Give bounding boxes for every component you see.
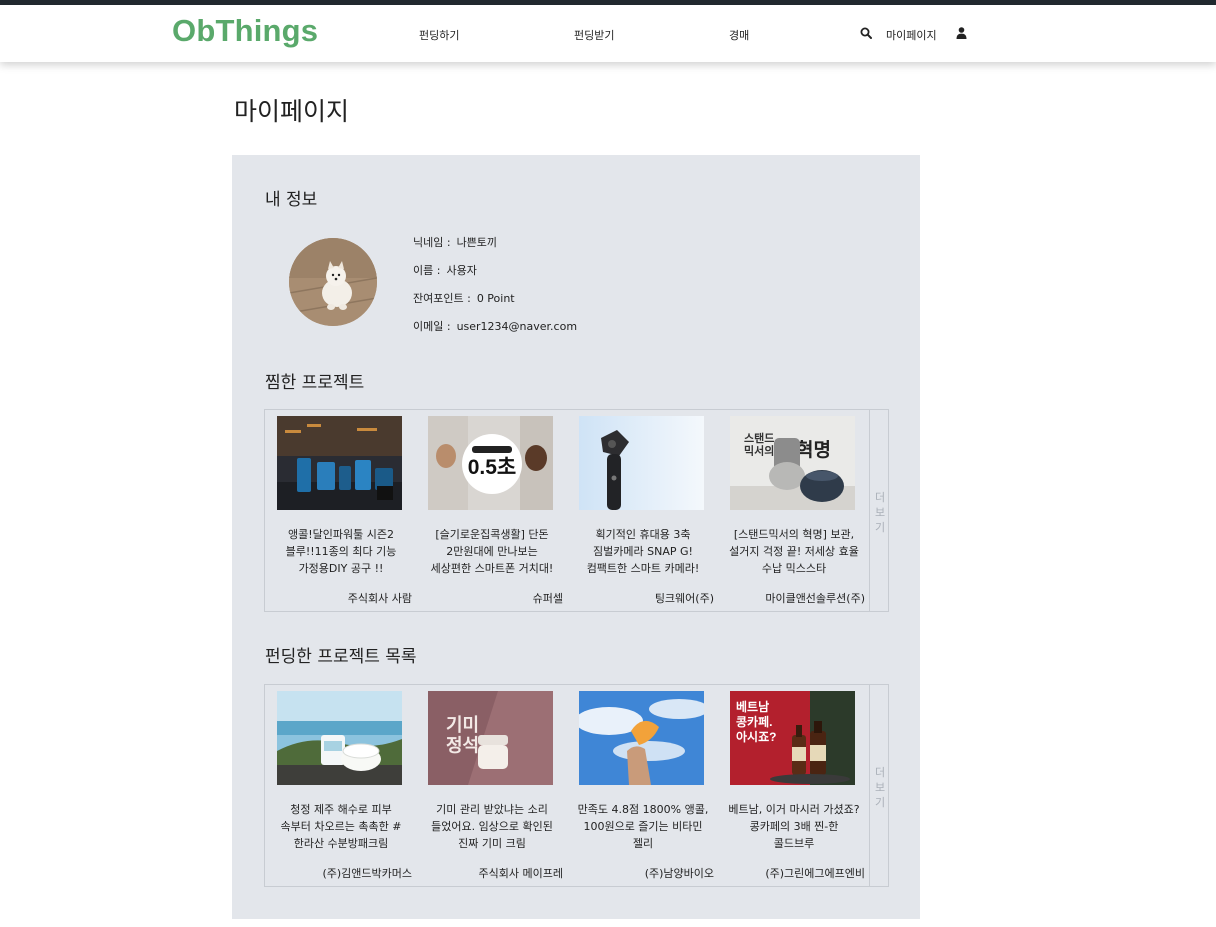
project-company: 마이클앤선솔루션(주) bbox=[765, 592, 865, 605]
project-title[interactable]: 베트남, 이거 마시러 가셨죠? 콩카페의 3배 찐-한 콜드브루 bbox=[728, 801, 860, 852]
project-company: 주식회사 메이프레 bbox=[478, 867, 563, 880]
project-company: (주)김앤드박카머스 bbox=[322, 867, 412, 880]
name-label: 이름 : bbox=[413, 264, 441, 277]
project-thumbnail[interactable] bbox=[277, 416, 402, 510]
project-company: 팅크웨어(주) bbox=[654, 592, 714, 605]
points-label: 잔여포인트 : bbox=[413, 292, 471, 305]
email-label: 이메일 : bbox=[413, 320, 451, 333]
project-thumbnail[interactable]: 0.5초 bbox=[428, 416, 553, 510]
nickname-label: 닉네임 : bbox=[413, 236, 451, 249]
project-title[interactable]: 획기적인 휴대용 3축 짐벌카메라 SNAP G! 컴팩트한 스마트 카메라! bbox=[577, 526, 709, 577]
thumbnail-caption: 0.5초 bbox=[468, 456, 517, 479]
nav-auction[interactable]: 경매 bbox=[729, 27, 749, 43]
nickname-row: 닉네임 : 나쁜토끼 bbox=[413, 234, 497, 250]
project-title[interactable]: 앵콜!달인파워툴 시즌2 블루!!11종의 최다 기능 가정용DIY 공구 !! bbox=[275, 526, 407, 577]
project-company: (주)남양바이오 bbox=[644, 867, 714, 880]
email-row: 이메일 : user1234@naver.com bbox=[413, 318, 577, 334]
project-thumbnail[interactable]: 베트남 콩카페. 아시죠? bbox=[730, 691, 855, 785]
nickname-value: 나쁜토끼 bbox=[456, 236, 498, 249]
liked-project-card[interactable]: 획기적인 휴대용 3축 짐벌카메라 SNAP G! 컴팩트한 스마트 카메라! … bbox=[567, 410, 719, 611]
thumbnail-caption: 기미 정석 bbox=[446, 715, 479, 756]
thumbnail-caption: 베트남 콩카페. 아시죠? bbox=[736, 699, 776, 744]
liked-project-list: 앵콜!달인파워툴 시즌2 블루!!11종의 최다 기능 가정용DIY 공구 !!… bbox=[264, 409, 889, 612]
funded-project-card[interactable]: 기미 정석 기미 관리 받았냐는 소리 들었어요. 임상으로 확인된 진짜 기미 … bbox=[416, 685, 568, 886]
points-row: 잔여포인트 : 0 Point bbox=[413, 290, 515, 306]
mypage-link[interactable]: 마이페이지 bbox=[886, 27, 937, 43]
profile-section-title: 내 정보 bbox=[265, 190, 318, 210]
liked-more-button[interactable]: 더보기 bbox=[873, 490, 887, 535]
name-row: 이름 : 사용자 bbox=[413, 262, 477, 278]
thumbnail-caption: 혁명 bbox=[796, 439, 831, 461]
mypage-panel: 내 정보 닉네임 : 나쁜토끼 이름 : 사용자 잔여포인트 : 0 Point 이메… bbox=[232, 155, 920, 919]
nav-get-funded[interactable]: 펀딩받기 bbox=[574, 27, 614, 43]
top-navbar: ObThings 펀딩하기 펀딩받기 경매 마이페이지 bbox=[0, 5, 1216, 62]
logo[interactable]: ObThings bbox=[172, 13, 318, 49]
project-company: 슈퍼셀 bbox=[532, 592, 563, 605]
project-title[interactable]: 기미 관리 받았냐는 소리 들었어요. 임상으로 확인된 진짜 기미 크림 bbox=[426, 801, 558, 852]
funded-more-button[interactable]: 더보기 bbox=[873, 765, 887, 810]
name-value: 사용자 bbox=[446, 264, 477, 277]
funded-project-card[interactable]: 베트남 콩카페. 아시죠? 베트남, 이거 마시러 가셨죠? 콩카페의 3배 찐… bbox=[718, 685, 870, 886]
liked-project-card[interactable]: 스탠드 믹서의 혁명 [스탠드믹서의 혁명] 보관, 설거지 걱정 끝! 저세상 … bbox=[718, 410, 870, 611]
avatar bbox=[289, 238, 377, 326]
liked-project-card[interactable]: 앵콜!달인파워툴 시즌2 블루!!11종의 최다 기능 가정용DIY 공구 !!… bbox=[265, 410, 417, 611]
points-value: 0 Point bbox=[476, 292, 515, 305]
liked-section-title: 찜한 프로젝트 bbox=[265, 373, 365, 393]
project-company: (주)그린에그에프엔비 bbox=[765, 867, 865, 880]
user-icon[interactable] bbox=[956, 27, 967, 39]
project-thumbnail[interactable]: 스탠드 믹서의 혁명 bbox=[730, 416, 855, 510]
funded-section-title: 펀딩한 프로젝트 목록 bbox=[265, 647, 417, 667]
page-title: 마이페이지 bbox=[234, 97, 350, 126]
project-company: 주식회사 사람 bbox=[347, 592, 412, 605]
thumbnail-caption: 스탠드 믹서의 bbox=[744, 431, 774, 458]
funded-project-list: 청정 제주 해수로 피부 속부터 차오르는 촉촉한 #한라산 수분방패크림 (주… bbox=[264, 684, 889, 887]
project-thumbnail[interactable] bbox=[579, 416, 704, 510]
liked-project-card[interactable]: 0.5초 [슬기로운집콕생활] 단돈 2만원대에 만나보는 세상편한 스마트폰 … bbox=[416, 410, 568, 611]
funded-project-card[interactable]: 청정 제주 해수로 피부 속부터 차오르는 촉촉한 #한라산 수분방패크림 (주… bbox=[265, 685, 417, 886]
search-icon[interactable] bbox=[860, 27, 872, 39]
email-value: user1234@naver.com bbox=[456, 320, 578, 333]
nav-funding[interactable]: 펀딩하기 bbox=[419, 27, 459, 43]
project-thumbnail[interactable] bbox=[579, 691, 704, 785]
project-title[interactable]: [스탠드믹서의 혁명] 보관, 설거지 걱정 끝! 저세상 효율 수납 믹스스타 bbox=[728, 526, 860, 577]
project-title[interactable]: 만족도 4.8점 1800% 앵콜, 100원으로 즐기는 비타민 젤리 bbox=[577, 801, 709, 852]
funded-project-card[interactable]: 만족도 4.8점 1800% 앵콜, 100원으로 즐기는 비타민 젤리 (주)… bbox=[567, 685, 719, 886]
project-title[interactable]: 청정 제주 해수로 피부 속부터 차오르는 촉촉한 #한라산 수분방패크림 bbox=[275, 801, 407, 852]
project-thumbnail[interactable] bbox=[277, 691, 402, 785]
project-title[interactable]: [슬기로운집콕생활] 단돈 2만원대에 만나보는 세상편한 스마트폰 거치대! bbox=[426, 526, 558, 577]
project-thumbnail[interactable]: 기미 정석 bbox=[428, 691, 553, 785]
